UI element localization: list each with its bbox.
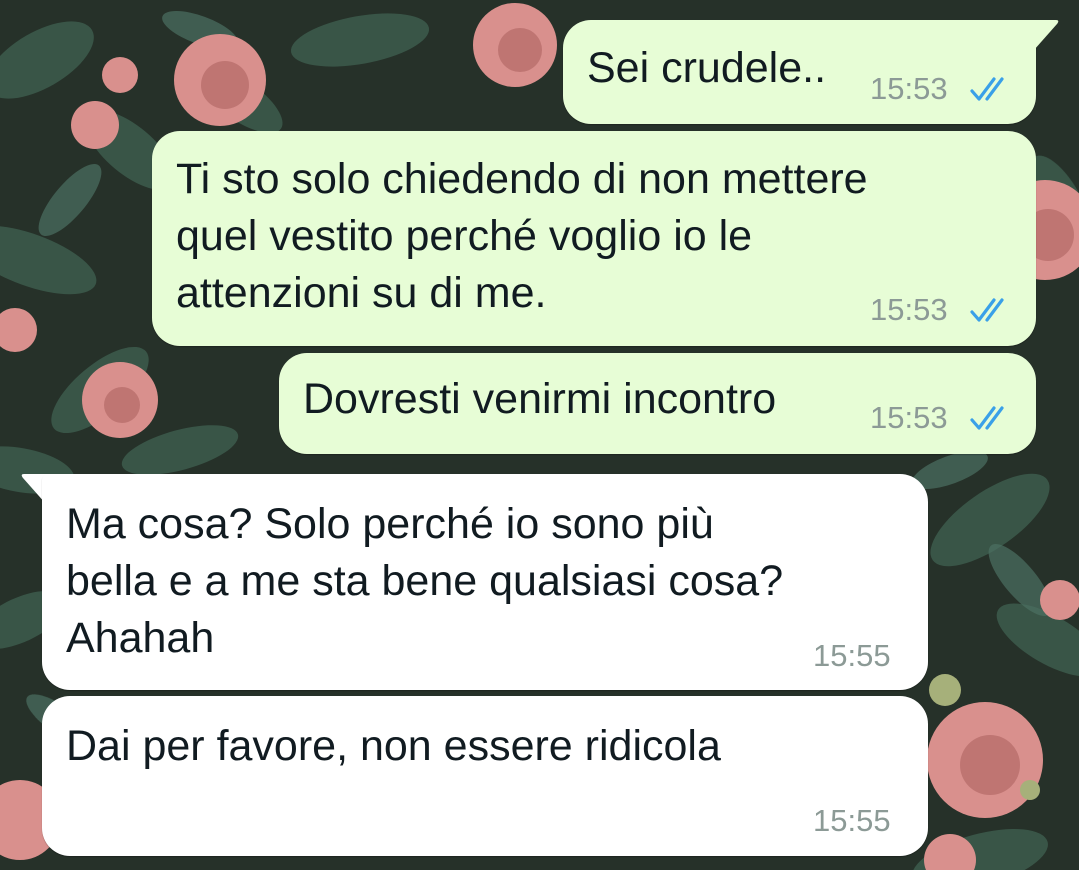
message-timestamp: 15:55 (813, 638, 891, 673)
message-timestamp: 15:53 (870, 292, 948, 327)
message-text: Dai per favore, non essere ridicola (66, 722, 721, 770)
message-timestamp: 15:55 (813, 803, 891, 838)
message-bubble-incoming[interactable]: Dai per favore, non essere ridicola 15:5… (42, 696, 928, 856)
message-timestamp: 15:53 (870, 400, 948, 435)
message-bubble-outgoing[interactable]: Dovresti venirmi incontro 15:53 (279, 353, 1036, 454)
message-text: Dovresti venirmi incontro (303, 375, 777, 423)
message-text: Ma cosa? Solo perché io sono più (66, 500, 714, 548)
bubble-tail-outgoing (1026, 20, 1059, 50)
read-double-check-icon (970, 77, 1004, 101)
message-bubble-outgoing[interactable]: Sei crudele.. 15:53 (563, 20, 1036, 124)
message-text: bella e a me sta bene qualsiasi cosa? (66, 557, 784, 605)
message-text: Sei crudele.. (587, 44, 827, 92)
read-double-check-icon (970, 298, 1004, 322)
message-text: attenzioni su di me. (176, 269, 547, 317)
message-bubble-incoming[interactable]: Ma cosa? Solo perché io sono più bella e… (42, 474, 928, 690)
message-bubble-outgoing[interactable]: Ti sto solo chiedendo di non mettere que… (152, 131, 1036, 346)
message-text: Ahahah (66, 614, 215, 662)
message-text: quel vestito perché voglio io le (176, 212, 753, 260)
message-timestamp: 15:53 (870, 71, 948, 106)
read-double-check-icon (970, 406, 1004, 430)
message-text: Ti sto solo chiedendo di non mettere (176, 155, 868, 203)
